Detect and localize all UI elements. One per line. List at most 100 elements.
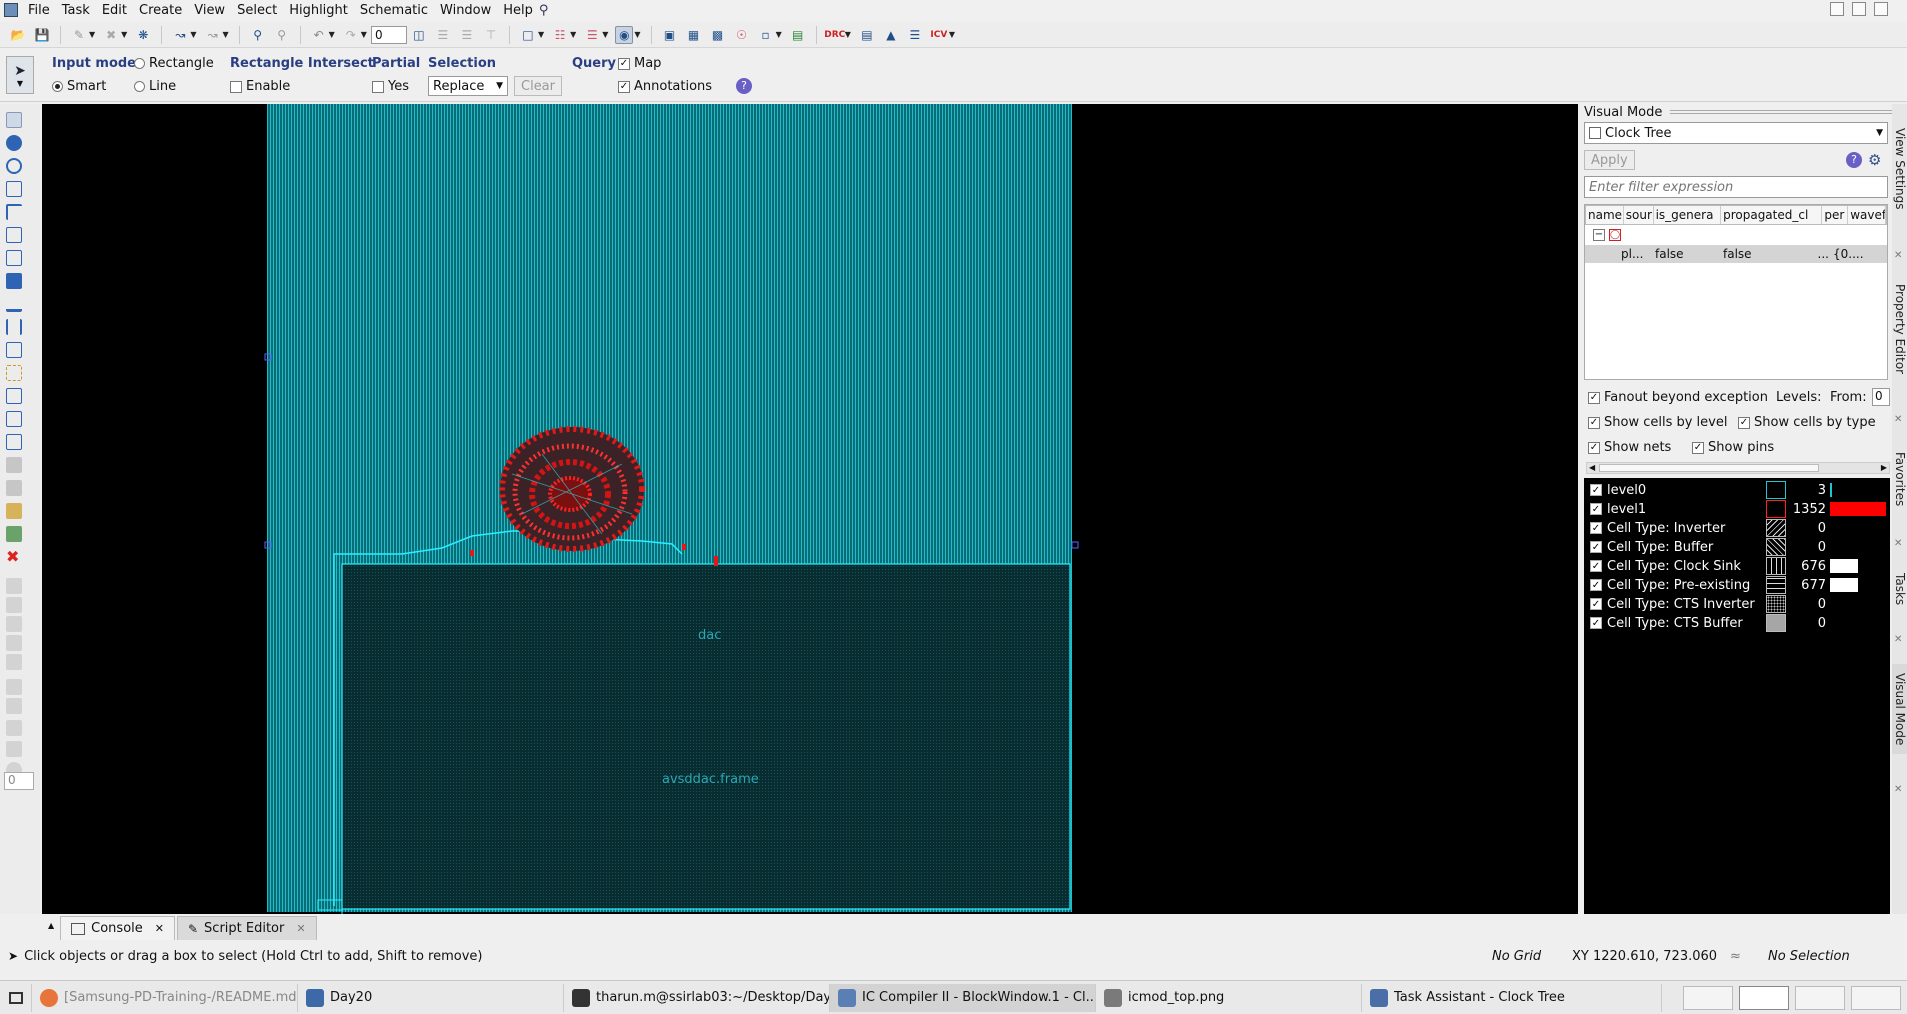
select-tool-button[interactable]: ➤ ▼	[6, 56, 34, 94]
checkbox[interactable]: ✓	[1590, 503, 1602, 515]
show-pins-checkbox[interactable]: ✓ Show pins	[1692, 440, 1774, 455]
close-icon[interactable]: ✕	[296, 922, 305, 935]
routing-icon[interactable]: ▫	[757, 26, 775, 44]
visual-mode-select[interactable]: Clock Tree ▼	[1584, 122, 1888, 144]
annotations-checkbox[interactable]: ✓ Annotations	[618, 79, 712, 94]
tab-view-settings[interactable]: View Settings	[1892, 124, 1907, 214]
checkbox[interactable]: ✓	[1590, 598, 1602, 610]
close-icon[interactable]: ✕	[1894, 414, 1902, 425]
align-top-icon[interactable]: ⊤	[482, 26, 500, 44]
checklist-icon[interactable]: ☰	[906, 26, 924, 44]
horizontal-scrollbar[interactable]: ◀ ▶	[1586, 462, 1890, 474]
split-icon[interactable]	[6, 250, 22, 266]
floorplan-icon[interactable]: ▦	[685, 26, 703, 44]
table-row[interactable]: pl... false false ... {0....	[1585, 245, 1887, 263]
layers-icon[interactable]: ☰	[583, 26, 601, 44]
legend-row-level0[interactable]: ✓ level0 3	[1590, 480, 1890, 500]
module-icon[interactable]: ▣	[661, 26, 679, 44]
tab-property-editor[interactable]: Property Editor	[1892, 274, 1907, 384]
align-left-icon[interactable]: ☰	[434, 26, 452, 44]
checkbox[interactable]	[230, 80, 242, 93]
minimize-window-icon[interactable]	[1852, 2, 1866, 16]
scroll-left-icon[interactable]: ◀	[1589, 463, 1595, 472]
legend-row-pre-existing[interactable]: ✓ Cell Type: Pre-existing 677	[1590, 575, 1890, 595]
timing-icon[interactable]: ▤	[789, 26, 807, 44]
spacing-icon[interactable]	[6, 319, 22, 335]
show-desktop-icon[interactable]	[0, 983, 32, 1012]
taskbar-item-terminal[interactable]: tharun.m@ssirlab03:~/Desktop/Day...	[564, 983, 830, 1012]
stretch-icon[interactable]	[6, 227, 22, 243]
chevron-down-icon[interactable]: ▼	[89, 30, 95, 39]
unlock-icon[interactable]	[6, 597, 22, 613]
checkbox[interactable]: ✓	[1588, 441, 1600, 454]
chevron-down-icon[interactable]: ▼	[222, 30, 228, 39]
draw-icon[interactable]	[6, 635, 22, 651]
legend-row-cts-buffer[interactable]: ✓ Cell Type: CTS Buffer 0	[1590, 613, 1890, 633]
visual-mode-icon[interactable]: ◉	[615, 25, 634, 44]
checkbox[interactable]: ✓	[1590, 560, 1602, 572]
detach-window-icon[interactable]	[1874, 2, 1888, 16]
cells-by-type-checkbox[interactable]: ✓ Show cells by type	[1738, 415, 1876, 430]
list-icon[interactable]	[6, 741, 22, 757]
menu-select[interactable]: Select	[231, 3, 283, 18]
checkbox[interactable]: ✓	[1590, 522, 1602, 534]
zoom-icon[interactable]	[6, 158, 22, 174]
fanout-exception-checkbox[interactable]: ✓ Fanout beyond exception	[1588, 390, 1768, 405]
paint-icon[interactable]	[6, 654, 22, 670]
undo-icon[interactable]: ↶	[310, 26, 328, 44]
menu-highlight[interactable]: Highlight	[283, 3, 354, 18]
layout-canvas[interactable]: dac avsddac.frame	[42, 104, 1578, 914]
menu-edit[interactable]: Edit	[96, 3, 133, 18]
scroll-right-icon[interactable]: ▶	[1881, 463, 1887, 472]
move-icon[interactable]	[6, 204, 22, 220]
workspace-2[interactable]	[1739, 985, 1789, 1010]
close-icon[interactable]: ✖	[6, 549, 22, 565]
delete-icon[interactable]: ✖	[102, 26, 120, 44]
checkbox[interactable]: ✓	[618, 80, 630, 93]
taskbar-item-image[interactable]: icmod_top.png	[1096, 983, 1362, 1012]
lvs-icon[interactable]: ICV	[930, 26, 948, 44]
align-center-icon[interactable]: ☰	[458, 26, 476, 44]
tab-visual-mode[interactable]: Visual Mode	[1892, 664, 1907, 754]
col-waveform[interactable]: wavef	[1848, 206, 1886, 224]
scroll-thumb[interactable]	[1599, 464, 1819, 472]
hierarchy-icon[interactable]: ☷	[551, 26, 569, 44]
map-checkbox[interactable]: ✓ Map	[618, 56, 661, 71]
placement-icon[interactable]: ▩	[709, 26, 727, 44]
shape-icon[interactable]	[6, 457, 22, 473]
checkbox[interactable]: ✓	[1590, 484, 1602, 496]
select-arrow-icon[interactable]	[6, 112, 22, 128]
close-icon[interactable]: ✕	[1894, 538, 1902, 549]
net-icon[interactable]	[6, 526, 22, 542]
show-nets-checkbox[interactable]: ✓ Show nets	[1588, 440, 1671, 455]
menu-help[interactable]: Help	[497, 3, 539, 18]
menu-schematic[interactable]: Schematic	[354, 3, 434, 18]
layout-view[interactable]	[42, 104, 1578, 914]
chevron-down-icon[interactable]: ▼	[634, 30, 640, 39]
redo-icon[interactable]: ↷	[342, 26, 360, 44]
checkbox[interactable]: ✓	[1588, 416, 1600, 429]
ruler-icon[interactable]	[6, 342, 22, 358]
menu-file[interactable]: File	[22, 3, 56, 18]
restore-window-icon[interactable]	[1830, 2, 1844, 16]
save-icon[interactable]: 💾	[33, 26, 51, 44]
taskbar-item-task-assistant[interactable]: Task Assistant - Clock Tree	[1362, 983, 1662, 1012]
workspace-3[interactable]	[1795, 985, 1845, 1010]
partial-yes-checkbox[interactable]: Yes	[372, 79, 409, 94]
scroll-up-icon[interactable]: ▲	[48, 921, 54, 930]
sink-cell[interactable]	[470, 550, 474, 556]
taskbar-item-icc2[interactable]: IC Compiler II - BlockWindow.1 - Cl...	[830, 983, 1096, 1012]
rectangle-radio[interactable]: Rectangle	[134, 56, 214, 71]
legend-row-cts-inverter[interactable]: ✓ Cell Type: CTS Inverter 0	[1590, 594, 1890, 614]
drc-icon[interactable]: DRC	[824, 26, 845, 44]
fill-icon[interactable]	[6, 720, 22, 736]
chevron-down-icon[interactable]: ▼	[602, 30, 608, 39]
filter-input[interactable]	[1584, 176, 1888, 198]
col-is-generated[interactable]: is_genera	[1654, 206, 1722, 224]
selection-mode-select[interactable]: Replace ▼	[428, 76, 508, 96]
sink-cell[interactable]	[714, 556, 718, 566]
gear-icon[interactable]: ⚙	[1868, 152, 1881, 168]
close-icon[interactable]: ✕	[1894, 784, 1902, 795]
clock-cell-cluster[interactable]	[499, 426, 645, 552]
info-icon[interactable]	[6, 135, 22, 151]
